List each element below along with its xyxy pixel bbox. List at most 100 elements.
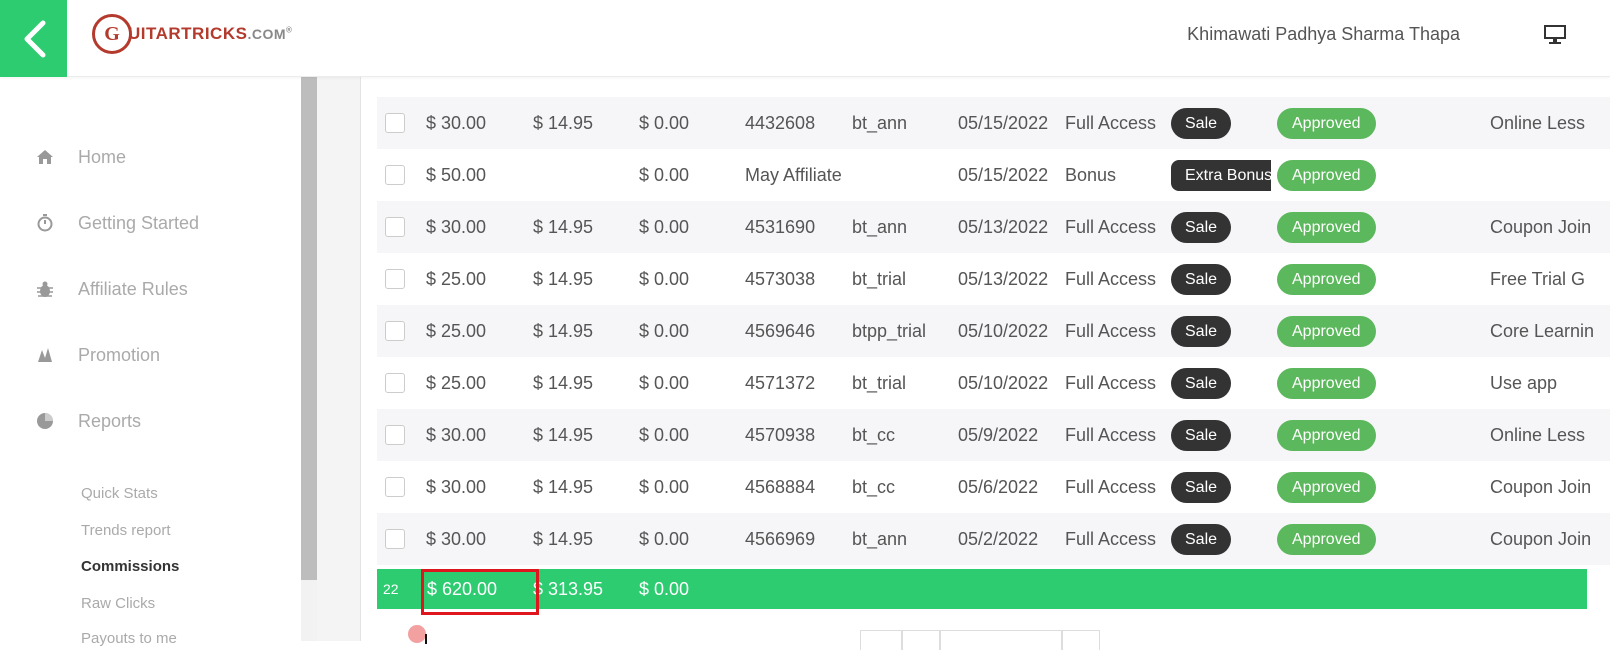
status-badge: Approved bbox=[1277, 107, 1376, 139]
cell-code: bt_trial bbox=[852, 268, 907, 289]
row-checkbox[interactable] bbox=[385, 529, 405, 549]
chevron-left-icon bbox=[24, 20, 45, 57]
sidebar-item-home[interactable]: Home bbox=[34, 146, 126, 168]
sidebar-item-promotion[interactable]: Promotion bbox=[34, 344, 160, 366]
totals-refund: $ 0.00 bbox=[639, 578, 690, 599]
row-checkbox[interactable] bbox=[385, 373, 405, 393]
status-badge: Approved bbox=[1277, 419, 1376, 451]
cell-type: Sale bbox=[1171, 305, 1232, 357]
text-cursor bbox=[425, 634, 427, 644]
cell-date: 05/13/2022 bbox=[958, 268, 1049, 289]
cell-commission: $ 30.00 bbox=[426, 424, 487, 445]
table-row[interactable]: $ 30.00 $ 14.95 $ 0.00 4531690 bt_ann 05/13/2… bbox=[377, 201, 1610, 253]
cell-date: 05/15/2022 bbox=[958, 164, 1049, 185]
cell-product: Full Access bbox=[1065, 528, 1157, 549]
sidebar: Home Getting Started Affiliate Rules Pro… bbox=[0, 77, 301, 647]
cell-type: Sale bbox=[1171, 97, 1232, 149]
status-badge: Approved bbox=[1277, 211, 1376, 243]
cell-sale-amount: $ 14.95 bbox=[533, 216, 594, 237]
sidebar-subitem-trends-report[interactable]: Trends report bbox=[81, 522, 170, 539]
type-badge: Sale bbox=[1171, 523, 1232, 555]
cell-refund: $ 0.00 bbox=[639, 320, 690, 341]
highlight-box bbox=[421, 569, 539, 615]
cell-code: bt_ann bbox=[852, 112, 908, 133]
user-name[interactable]: Khimawati Padhya Sharma Thapa bbox=[1187, 24, 1460, 45]
table-row[interactable]: $ 25.00 $ 14.95 $ 0.00 4571372 bt_trial 05/10… bbox=[377, 357, 1610, 409]
row-checkbox[interactable] bbox=[385, 477, 405, 497]
table-row[interactable]: $ 25.00 $ 14.95 $ 0.00 4569646 btpp_trial 05/… bbox=[377, 305, 1610, 357]
pagination-next[interactable] bbox=[1062, 630, 1100, 650]
cell-date: 05/15/2022 bbox=[958, 112, 1049, 133]
cell-commission: $ 25.00 bbox=[426, 320, 487, 341]
promotion-icon bbox=[34, 344, 56, 366]
cell-product: Full Access bbox=[1065, 268, 1157, 289]
row-checkbox[interactable] bbox=[385, 321, 405, 341]
cell-notes: Online Less bbox=[1490, 112, 1586, 133]
sidebar-item-label: Home bbox=[78, 146, 127, 167]
cell-sale-amount: $ 14.95 bbox=[533, 424, 594, 445]
sidebar-subitem-raw-clicks[interactable]: Raw Clicks bbox=[81, 595, 155, 612]
cell-sale-amount: $ 14.95 bbox=[533, 268, 594, 289]
sidebar-subitem-payouts[interactable]: Payouts to me bbox=[81, 630, 177, 647]
cell-notes: Coupon Join bbox=[1490, 216, 1592, 237]
cell-code: btpp_trial bbox=[852, 320, 927, 341]
cell-sale-amount: $ 14.95 bbox=[533, 320, 594, 341]
table-row[interactable]: $ 50.00 $ 0.00 May Affiliate 05/15/2022 Bonu… bbox=[377, 149, 1610, 201]
cell-date: 05/13/2022 bbox=[958, 216, 1049, 237]
status-badge: Approved bbox=[1277, 315, 1376, 347]
row-checkbox[interactable] bbox=[385, 217, 405, 237]
totals-count: 22 bbox=[383, 581, 399, 597]
cell-sale-amount: $ 14.95 bbox=[533, 112, 594, 133]
cell-notes: Free Trial G bbox=[1490, 268, 1586, 289]
home-icon bbox=[34, 146, 56, 168]
cell-commission: $ 25.00 bbox=[426, 372, 487, 393]
click-indicator bbox=[408, 625, 426, 643]
row-checkbox[interactable] bbox=[385, 269, 405, 289]
table-row[interactable]: $ 25.00 $ 14.95 $ 0.00 4573038 bt_trial 05/13… bbox=[377, 253, 1610, 305]
cell-status: Approved bbox=[1277, 513, 1376, 565]
row-checkbox[interactable] bbox=[385, 113, 405, 133]
monitor-icon[interactable] bbox=[1540, 22, 1570, 48]
checkbox-cell bbox=[385, 97, 405, 149]
sidebar-item-getting-started[interactable]: Getting Started bbox=[34, 212, 199, 234]
cell-product: Full Access bbox=[1065, 216, 1157, 237]
table-row[interactable]: $ 30.00 $ 14.95 $ 0.00 4432608 bt_ann 05/15/2… bbox=[377, 97, 1610, 149]
cell-commission: $ 50.00 bbox=[426, 164, 487, 185]
cell-type: Sale bbox=[1171, 461, 1232, 513]
checkbox-cell bbox=[385, 461, 405, 513]
cell-notes bbox=[1490, 149, 1610, 201]
table-row[interactable]: $ 30.00 $ 14.95 $ 0.00 4570938 bt_cc 05/9/202… bbox=[377, 409, 1610, 461]
checkbox-cell bbox=[385, 149, 405, 201]
sidebar-subitem-commissions[interactable]: Commissions bbox=[81, 558, 179, 575]
cell-product: Bonus bbox=[1065, 164, 1117, 185]
sidebar-item-reports[interactable]: Reports bbox=[34, 410, 141, 432]
row-checkbox[interactable] bbox=[385, 165, 405, 185]
guitartricks-logo[interactable]: G UITARTRICKS.COM® bbox=[92, 12, 292, 56]
pagination-page[interactable] bbox=[902, 630, 940, 650]
cell-commission: $ 25.00 bbox=[426, 268, 487, 289]
cell-type: Sale bbox=[1171, 409, 1232, 461]
cell-order-id: 4432608 bbox=[745, 112, 816, 133]
cell-order-id: May Affiliate bbox=[745, 164, 842, 185]
back-button[interactable] bbox=[0, 0, 67, 77]
pagination[interactable] bbox=[860, 630, 1100, 650]
pagination-prev[interactable] bbox=[860, 630, 902, 650]
table-row[interactable]: $ 30.00 $ 14.95 $ 0.00 4566969 bt_ann 05/2/20… bbox=[377, 513, 1610, 565]
table-row[interactable]: $ 30.00 $ 14.95 $ 0.00 4568884 bt_cc 05/6/202… bbox=[377, 461, 1610, 513]
cell-status: Approved bbox=[1277, 305, 1376, 357]
cell-type: Sale bbox=[1171, 253, 1232, 305]
type-badge: Sale bbox=[1171, 211, 1232, 243]
cell-product: Full Access bbox=[1065, 372, 1157, 393]
cell-status: Approved bbox=[1277, 201, 1376, 253]
cell-refund: $ 0.00 bbox=[639, 216, 690, 237]
sidebar-scrollbar-thumb[interactable] bbox=[301, 77, 317, 580]
stopwatch-icon bbox=[34, 212, 56, 234]
cell-refund: $ 0.00 bbox=[639, 424, 690, 445]
sidebar-item-label: Getting Started bbox=[78, 212, 200, 233]
sidebar-item-affiliate-rules[interactable]: Affiliate Rules bbox=[34, 278, 188, 300]
sidebar-subitem-quick-stats[interactable]: Quick Stats bbox=[81, 485, 158, 502]
row-checkbox[interactable] bbox=[385, 425, 405, 445]
cell-order-id: 4568884 bbox=[745, 476, 816, 497]
logo-g: G bbox=[92, 14, 132, 54]
cell-order-id: 4573038 bbox=[745, 268, 816, 289]
